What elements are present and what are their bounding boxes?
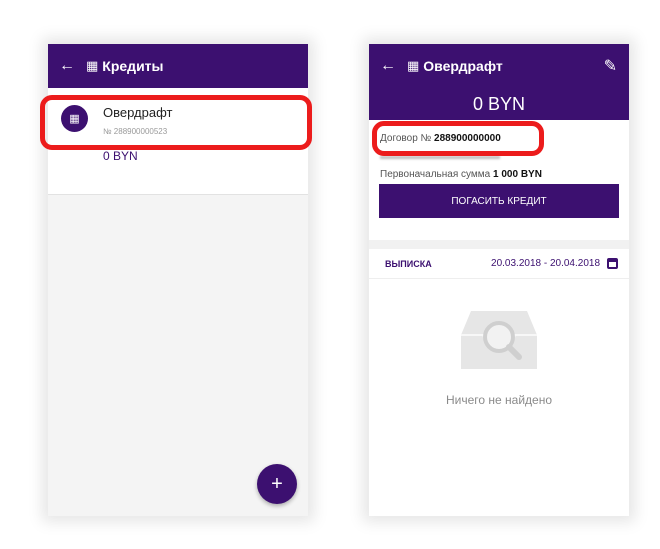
initial-amount-line: Первоначальная сумма 1 000 BYN <box>380 166 618 184</box>
contract-value: 288900000000 <box>434 133 501 144</box>
coins-icon: ▦ <box>61 105 88 132</box>
loans-screen: ← ▦ Кредиты ▦ Овердрафт № 288900000523 0… <box>48 44 308 516</box>
repay-loan-button[interactable]: ПОГАСИТЬ КРЕДИТ <box>379 184 619 218</box>
initial-amount-value: 1 000 BYN <box>493 169 542 180</box>
calendar-icon[interactable] <box>607 258 618 269</box>
back-arrow-icon[interactable]: ← <box>380 58 396 74</box>
contract-line: Договор № 288900000000 <box>380 130 618 148</box>
screen-title: Овердрафт <box>423 58 503 74</box>
balance-header: 0 BYN <box>369 88 629 120</box>
app-bar: ← ▦ Овердрафт ✎ <box>369 44 629 88</box>
add-loan-button[interactable]: + <box>257 464 297 504</box>
app-bar: ← ▦ Кредиты <box>48 44 308 88</box>
balance-value: 0 BYN <box>472 93 526 114</box>
loan-number: № 288900000523 <box>103 127 168 136</box>
blurred-line: ▬▬▬▬▬▬▬▬▬▬▬▬ <box>380 151 500 162</box>
pencil-icon[interactable]: ✎ <box>604 56 617 76</box>
loan-amount: 0 BYN <box>103 149 138 163</box>
loan-details: Договор № 288900000000 ▬▬▬▬▬▬▬▬▬▬▬▬ Перв… <box>369 120 629 240</box>
back-arrow-icon[interactable]: ← <box>59 58 75 74</box>
screen-title: Кредиты <box>102 58 164 74</box>
statement-row: ВЫПИСКА 20.03.2018 - 20.04.2018 <box>369 249 629 279</box>
initial-amount-label: Первоначальная сумма <box>380 169 491 180</box>
coins-icon: ▦ <box>407 58 420 73</box>
coins-icon: ▦ <box>86 58 99 73</box>
statement-label: ВЫПИСКА <box>385 258 432 269</box>
contract-label: Договор № <box>380 133 432 144</box>
date-range[interactable]: 20.03.2018 - 20.04.2018 <box>491 258 600 269</box>
loan-name: Овердрафт <box>103 105 173 120</box>
overdraft-screen: ← ▦ Овердрафт ✎ 0 BYN Договор № 28890000… <box>369 44 629 516</box>
loan-list-item[interactable]: ▦ Овердрафт № 288900000523 0 BYN <box>48 88 308 195</box>
divider <box>369 240 629 249</box>
